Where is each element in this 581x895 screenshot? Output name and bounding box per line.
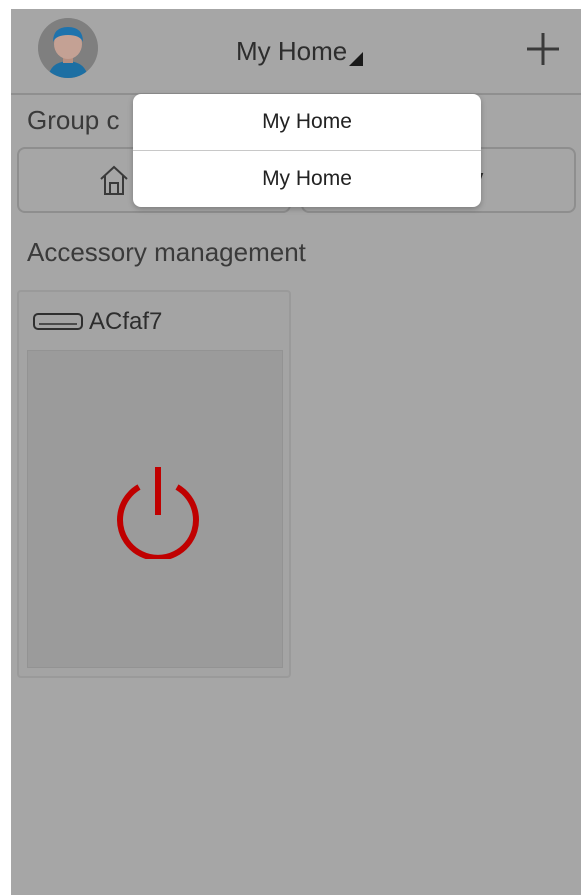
group-section-label: Group c (27, 105, 120, 135)
dropdown-item-home-1[interactable]: My Home (133, 94, 481, 150)
app-screen: My Home Group c ay Accessory management (11, 9, 581, 895)
home-icon (100, 165, 128, 195)
air-conditioner-icon (33, 313, 83, 330)
caret-down-icon (349, 52, 364, 66)
top-header: My Home (11, 9, 581, 95)
home-title: My Home (236, 36, 348, 66)
device-control-panel[interactable] (27, 350, 283, 668)
device-card[interactable]: ACfaf7 (17, 290, 291, 678)
dropdown-item-home-2[interactable]: My Home (133, 151, 481, 207)
power-icon[interactable] (112, 459, 204, 559)
home-dropdown-menu: My Home My Home (133, 94, 481, 207)
home-selector[interactable]: My Home (236, 33, 364, 69)
plus-icon[interactable] (523, 29, 563, 69)
accessory-section-label: Accessory management (27, 237, 306, 267)
user-avatar-icon[interactable] (38, 18, 98, 78)
device-header: ACfaf7 (33, 308, 162, 336)
device-name: ACfaf7 (89, 308, 163, 335)
